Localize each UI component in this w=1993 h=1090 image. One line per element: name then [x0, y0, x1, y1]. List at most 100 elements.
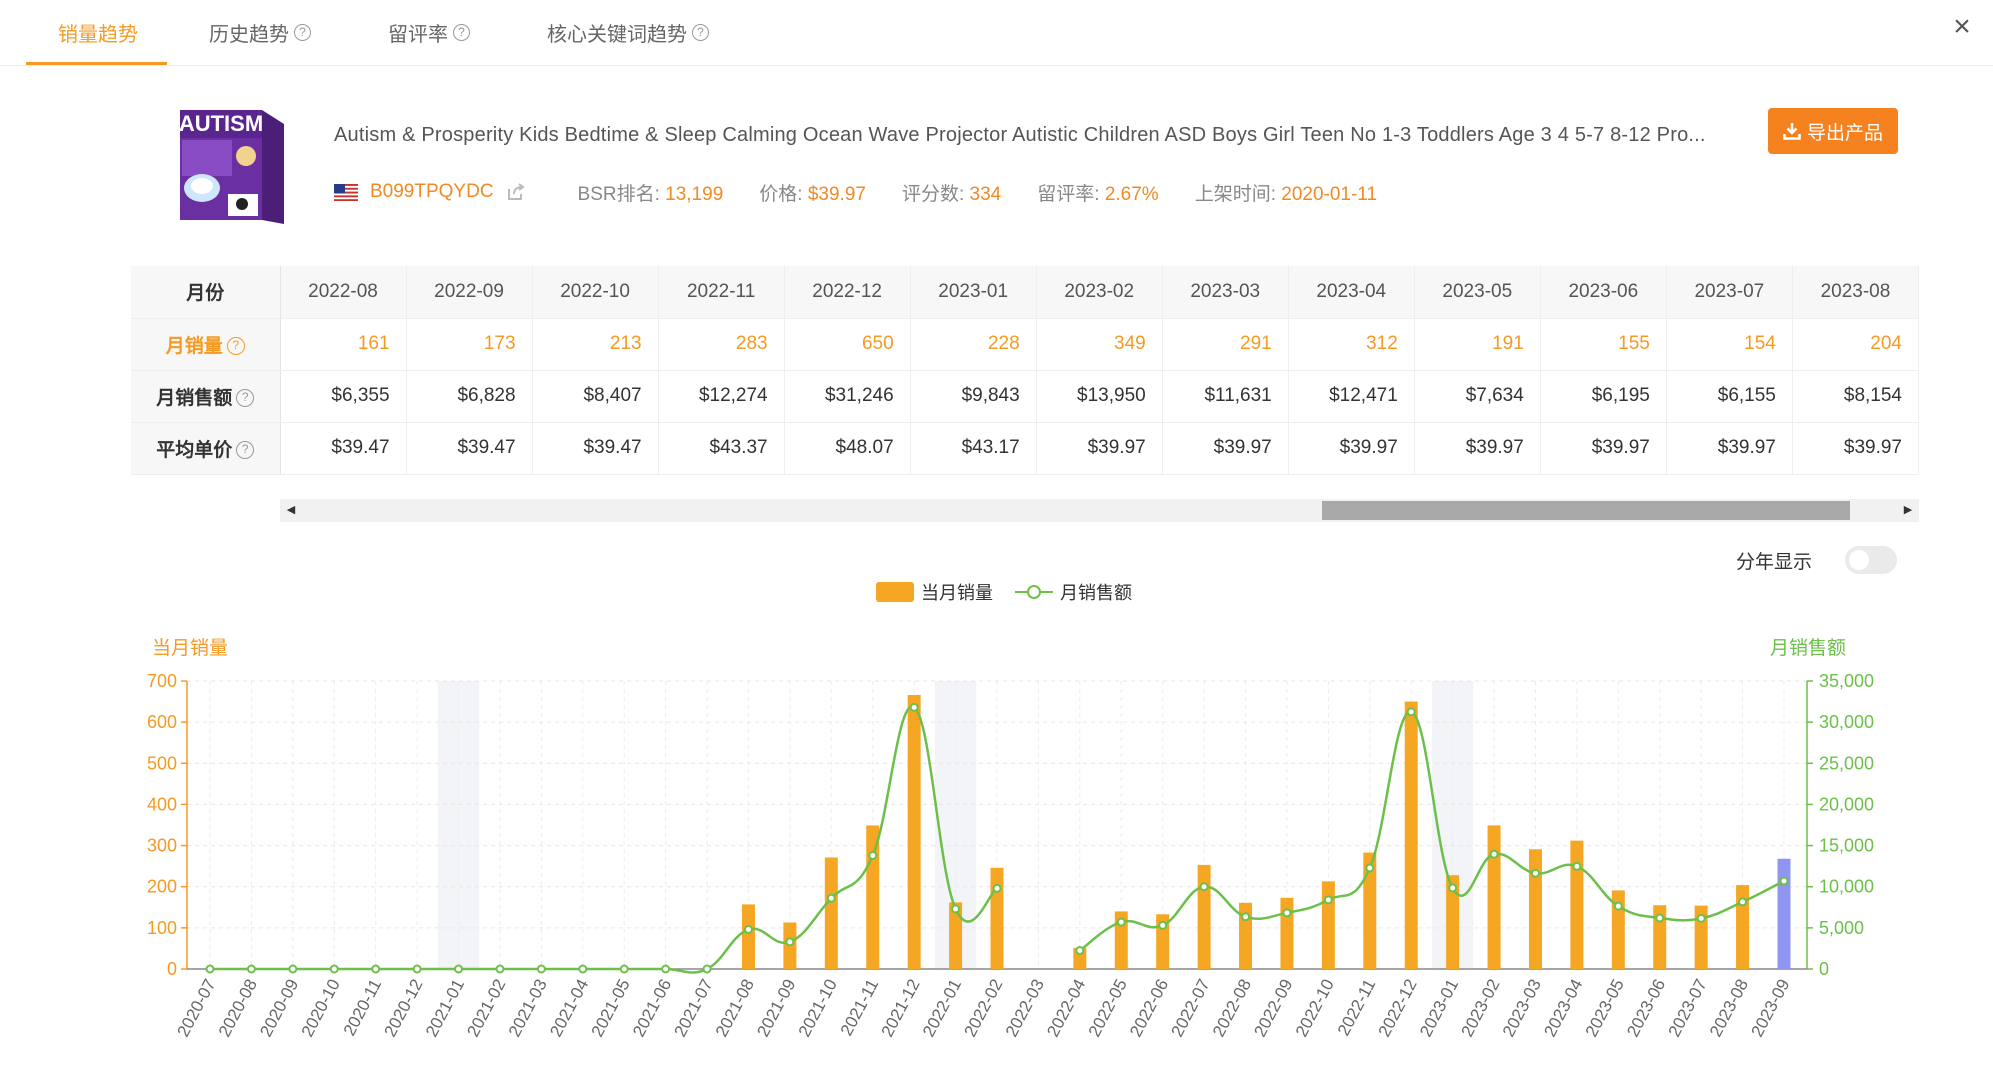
month-header: 月份: [131, 266, 281, 319]
point-monthly-revenue[interactable]: [661, 964, 671, 974]
left-axis-tick-label: 400: [147, 794, 177, 814]
point-monthly-revenue[interactable]: [1738, 897, 1748, 907]
point-monthly-revenue[interactable]: [1613, 901, 1623, 911]
close-icon[interactable]: ×: [1945, 10, 1979, 44]
tab-history-trend[interactable]: 历史趋势?: [209, 12, 311, 52]
tab-review-rate[interactable]: 留评率?: [388, 12, 470, 52]
point-monthly-revenue[interactable]: [205, 964, 215, 974]
help-icon[interactable]: ?: [692, 23, 709, 41]
bar-monthly-sales[interactable]: [1528, 849, 1542, 969]
point-monthly-revenue[interactable]: [1572, 861, 1582, 871]
bar-monthly-sales[interactable]: [1487, 825, 1501, 969]
point-monthly-revenue[interactable]: [578, 964, 588, 974]
legend-label-monthly-sales[interactable]: 当月销量: [921, 579, 993, 605]
point-monthly-revenue[interactable]: [1241, 912, 1251, 922]
bar-monthly-sales[interactable]: [824, 857, 838, 969]
point-monthly-revenue[interactable]: [1323, 895, 1333, 905]
point-monthly-revenue[interactable]: [1199, 882, 1209, 892]
bar-monthly-sales[interactable]: [1570, 840, 1584, 969]
x-axis-tick-label: 2023-09: [1747, 976, 1793, 1040]
tab-keyword-trend[interactable]: 核心关键词趋势?: [547, 12, 709, 52]
scroll-right-arrow-icon[interactable]: ▶: [1899, 499, 1917, 522]
point-monthly-revenue[interactable]: [619, 964, 629, 974]
point-monthly-revenue[interactable]: [909, 702, 919, 712]
point-monthly-revenue[interactable]: [495, 964, 505, 974]
product-title[interactable]: Autism & Prosperity Kids Bedtime & Sleep…: [334, 124, 1764, 147]
table-cell: $39.97: [1162, 422, 1289, 475]
year-split-toggle[interactable]: [1845, 546, 1897, 574]
bar-monthly-sales[interactable]: [866, 825, 880, 969]
point-monthly-revenue[interactable]: [1655, 913, 1665, 923]
legend-swatch-line[interactable]: [1015, 582, 1053, 602]
export-button-label: 导出产品: [1806, 122, 1883, 144]
scrollbar-thumb[interactable]: [1322, 501, 1850, 520]
bar-monthly-sales[interactable]: [1197, 864, 1211, 969]
table-cell: 154: [1666, 318, 1793, 371]
x-axis-tick-label: 2023-04: [1540, 976, 1586, 1040]
point-monthly-revenue[interactable]: [329, 964, 339, 974]
point-monthly-revenue[interactable]: [1158, 920, 1168, 930]
point-monthly-revenue[interactable]: [951, 904, 961, 914]
point-monthly-revenue[interactable]: [743, 925, 753, 935]
external-link-icon[interactable]: [506, 182, 526, 202]
export-product-button[interactable]: 导出产品: [1768, 108, 1898, 154]
help-icon[interactable]: ?: [226, 337, 245, 356]
point-monthly-revenue[interactable]: [246, 964, 256, 974]
table-cell: $13,950: [1036, 370, 1163, 423]
x-axis-tick-label: 2022-09: [1250, 976, 1296, 1040]
bar-monthly-sales[interactable]: [1321, 881, 1335, 969]
tab-label: 历史趋势: [209, 23, 289, 46]
point-monthly-revenue[interactable]: [371, 964, 381, 974]
point-monthly-revenue[interactable]: [1448, 883, 1458, 893]
asin-link[interactable]: B099TPQYDC: [370, 181, 494, 203]
bar-monthly-sales[interactable]: [990, 867, 1004, 969]
point-monthly-revenue[interactable]: [868, 850, 878, 860]
point-monthly-revenue[interactable]: [826, 893, 836, 903]
help-icon[interactable]: ?: [236, 389, 255, 408]
table-row-monthly-sales: 月销量? 161 173 213 283 650 228 349 291 312 191 155 15…: [131, 318, 1920, 371]
point-monthly-revenue[interactable]: [702, 964, 712, 974]
bar-monthly-sales[interactable]: [741, 904, 755, 969]
point-monthly-revenue[interactable]: [288, 964, 298, 974]
point-monthly-revenue[interactable]: [1696, 913, 1706, 923]
point-monthly-revenue[interactable]: [454, 964, 464, 974]
table-horizontal-scrollbar[interactable]: ◀ ▶: [280, 499, 1919, 522]
x-axis-tick-label: 2021-06: [629, 976, 675, 1040]
bar-monthly-sales[interactable]: [1777, 858, 1791, 969]
point-monthly-revenue[interactable]: [1489, 849, 1499, 859]
point-monthly-revenue[interactable]: [1282, 908, 1292, 918]
x-axis-tick-label: 2022-04: [1043, 976, 1089, 1040]
row-label-text: 月销售额: [156, 387, 233, 409]
x-axis-tick-label: 2021-05: [588, 976, 634, 1040]
help-icon[interactable]: ?: [236, 441, 255, 460]
review-rate-value: 2.67%: [1104, 183, 1159, 205]
scroll-left-arrow-icon[interactable]: ◀: [282, 499, 300, 522]
rating-label: 评分数:: [901, 183, 970, 205]
table-cell: $6,155: [1666, 370, 1793, 423]
tab-sales-trend[interactable]: 销量趋势: [58, 12, 138, 52]
legend-swatch-bar[interactable]: [876, 582, 914, 602]
table-row-monthly-revenue: 月销售额? $6,355 $6,828 $8,407 $12,274 $31,246 $9…: [131, 370, 1920, 423]
table-cell: 283: [658, 318, 785, 371]
point-monthly-revenue[interactable]: [1530, 868, 1540, 878]
point-monthly-revenue[interactable]: [1779, 876, 1789, 886]
point-monthly-revenue[interactable]: [785, 937, 795, 947]
bar-monthly-sales[interactable]: [907, 694, 921, 969]
tab-label: 核心关键词趋势: [547, 23, 687, 46]
table-cell: $7,634: [1414, 370, 1541, 423]
review-rate-label: 留评率:: [1037, 183, 1105, 205]
product-image-logo-text: AUTISM: [179, 111, 263, 136]
month-column-header: 2022-11: [658, 266, 785, 319]
left-axis-title: 当月销量: [152, 637, 228, 659]
point-monthly-revenue[interactable]: [1116, 917, 1126, 927]
point-monthly-revenue[interactable]: [412, 964, 422, 974]
point-monthly-revenue[interactable]: [1406, 707, 1416, 717]
point-monthly-revenue[interactable]: [1075, 945, 1085, 955]
bar-monthly-sales[interactable]: [1404, 701, 1418, 969]
help-icon[interactable]: ?: [294, 23, 311, 41]
legend-label-monthly-revenue[interactable]: 月销售额: [1060, 579, 1132, 605]
help-icon[interactable]: ?: [453, 23, 470, 41]
point-monthly-revenue[interactable]: [536, 964, 546, 974]
point-monthly-revenue[interactable]: [992, 883, 1002, 893]
point-monthly-revenue[interactable]: [1365, 863, 1375, 873]
